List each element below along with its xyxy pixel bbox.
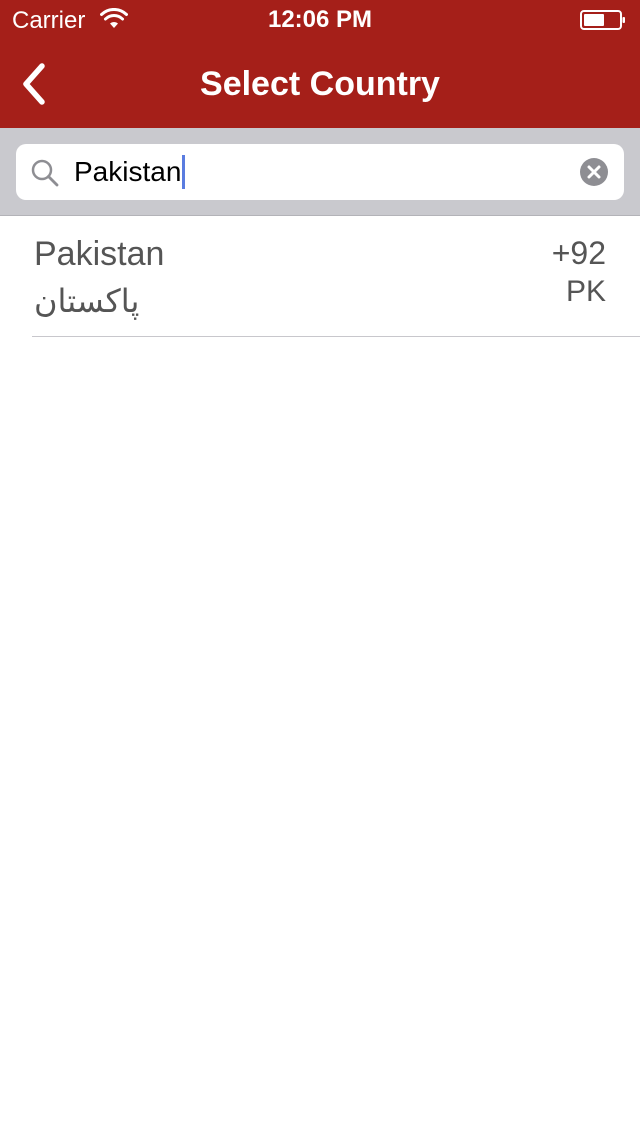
- country-row-pakistan[interactable]: Pakistan پاکستان +92 PK: [0, 216, 640, 337]
- text-cursor: [182, 154, 186, 189]
- country-native-name: پاکستان: [34, 282, 140, 320]
- search-input[interactable]: Pakistan: [74, 154, 186, 190]
- header: Carrier 12:06 PM Select Country: [0, 0, 640, 128]
- search-bar: Pakistan: [0, 128, 640, 216]
- search-field[interactable]: Pakistan: [16, 144, 624, 200]
- search-input-value: Pakistan: [74, 156, 182, 187]
- search-icon: [31, 159, 59, 187]
- country-iso-code: PK: [565, 275, 606, 308]
- row-divider: [32, 336, 640, 337]
- country-name: Pakistan: [34, 235, 165, 273]
- status-bar: Carrier 12:06 PM: [0, 0, 640, 40]
- navigation-bar: Select Country: [0, 40, 640, 128]
- select-country-screen: Carrier 12:06 PM Select Country Pakistan…: [0, 0, 640, 1136]
- page-title: Select Country: [200, 65, 440, 103]
- country-list: Pakistan پاکستان +92 PK: [0, 216, 640, 337]
- country-dial-code: +92: [551, 235, 606, 271]
- status-time: 12:06 PM: [267, 6, 373, 33]
- clear-search-button[interactable]: [580, 158, 608, 186]
- battery-icon: [580, 10, 625, 30]
